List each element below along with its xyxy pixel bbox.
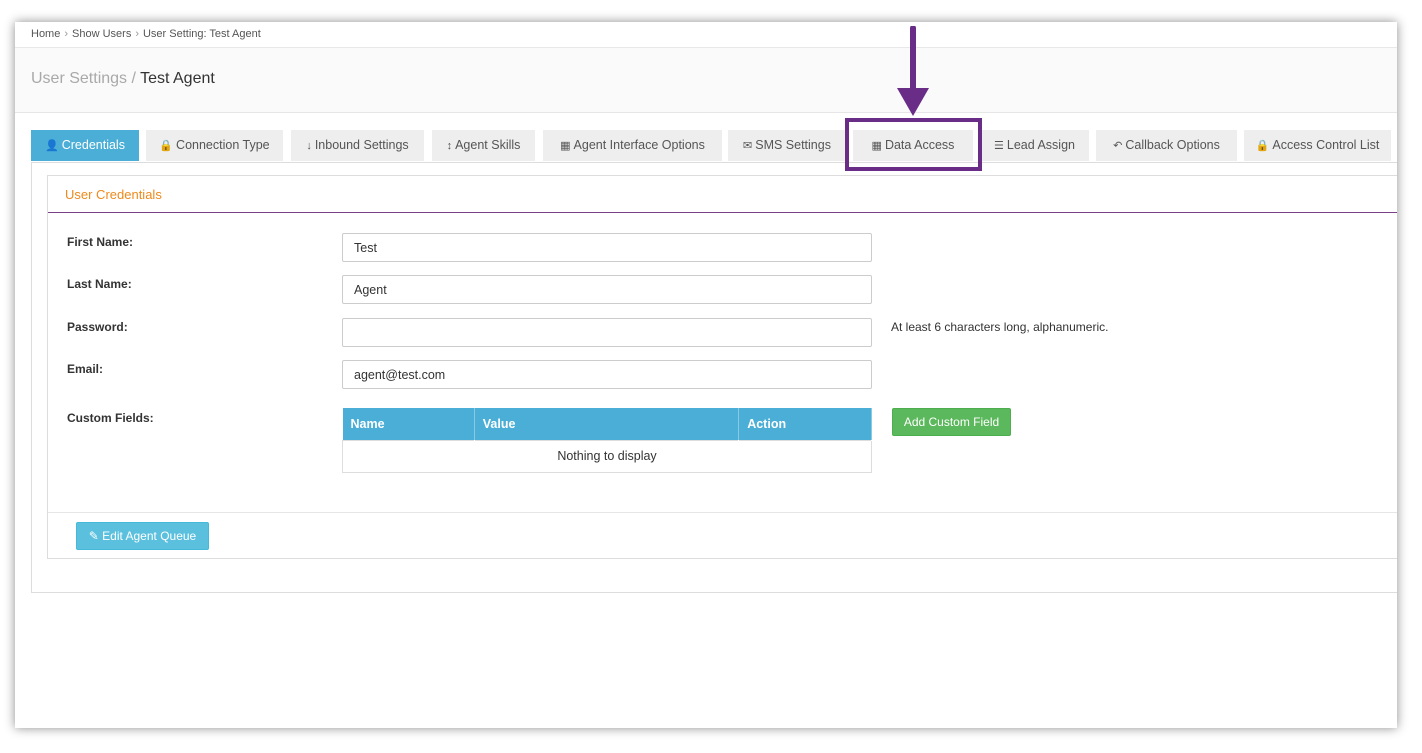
edit-agent-queue-button[interactable]: ✎ Edit Agent Queue <box>76 522 209 550</box>
password-label: Password: <box>67 320 128 334</box>
grid-icon: ▦ <box>560 140 571 152</box>
tab-label: Agent Skills <box>455 138 521 152</box>
table-header-row: Name Value Action <box>342 408 872 440</box>
breadcrumb-current: User Setting: Test Agent <box>142 28 261 40</box>
column-header-name[interactable]: Name <box>342 408 475 440</box>
tab-label: Callback Options <box>1125 138 1220 152</box>
tab-lead-assign[interactable]: ☰ Lead Assign <box>980 130 1089 161</box>
page-frame: Home › Show Users › User Setting: Test Agent… <box>15 22 1397 728</box>
data-access-highlight-box <box>845 118 982 171</box>
tab-inbound-settings[interactable]: ↓ Inbound Settings <box>291 130 424 161</box>
page-title-separator: / <box>127 70 141 87</box>
tab-label: SMS Settings <box>755 138 831 152</box>
pointer-arrow-icon <box>897 26 929 116</box>
page-title-name: Test Agent <box>140 70 215 87</box>
breadcrumb-separator: › <box>135 28 139 40</box>
tab-agent-skills[interactable]: ↕ Agent Skills <box>432 130 535 161</box>
password-input[interactable] <box>342 318 872 347</box>
arrows-vertical-icon: ↕ <box>446 140 453 152</box>
divider <box>48 512 1397 513</box>
user-icon: 👤 <box>45 140 59 152</box>
tab-label: Agent Interface Options <box>573 138 705 152</box>
custom-fields-table: Name Value Action Nothing to display <box>342 408 872 473</box>
custom-fields-label: Custom Fields: <box>67 411 154 425</box>
password-hint: At least 6 characters long, alphanumeric… <box>891 320 1109 334</box>
column-header-value[interactable]: Value <box>474 408 740 440</box>
breadcrumb: Home › Show Users › User Setting: Test Agent <box>15 22 1397 48</box>
credentials-panel: User Credentials First Name: Last Name: … <box>47 175 1397 559</box>
email-input[interactable] <box>342 360 872 389</box>
page-title-section: User Settings <box>31 70 128 87</box>
tab-callback-options[interactable]: ↶ Callback Options <box>1096 130 1237 161</box>
tab-access-control-list[interactable]: 🔒 Access Control List <box>1244 130 1391 161</box>
edit-agent-queue-label: Edit Agent Queue <box>102 529 197 543</box>
breadcrumb-home[interactable]: Home <box>31 28 60 40</box>
last-name-label: Last Name: <box>67 277 132 291</box>
arrow-down-icon: ↓ <box>306 140 312 152</box>
reply-icon: ↶ <box>1113 140 1123 152</box>
breadcrumb-separator: › <box>64 28 69 40</box>
tab-credentials[interactable]: 👤 Credentials <box>31 130 139 161</box>
lock-icon: 🔒 <box>159 140 174 152</box>
add-custom-field-button[interactable]: Add Custom Field <box>892 408 1011 436</box>
tab-label: Access Control List <box>1272 138 1380 152</box>
table-row: Nothing to display <box>342 439 872 473</box>
tab-content: User Credentials First Name: Last Name: … <box>31 162 1397 593</box>
breadcrumb-show-users[interactable]: Show Users <box>72 28 131 40</box>
email-label: Email: <box>67 362 104 376</box>
tab-sms-settings[interactable]: ✉ SMS Settings <box>728 130 846 161</box>
empty-message: Nothing to display <box>342 439 872 473</box>
first-name-input[interactable] <box>342 233 872 262</box>
edit-icon: ✎ <box>88 529 99 543</box>
lock-icon: 🔒 <box>1255 140 1270 152</box>
tab-label: Inbound Settings <box>314 138 409 152</box>
panel-heading: User Credentials <box>48 176 1397 213</box>
tab-agent-interface-options[interactable]: ▦ Agent Interface Options <box>543 130 722 161</box>
tab-connection-type[interactable]: 🔒 Connection Type <box>146 130 283 161</box>
tab-label: Credentials <box>61 138 125 152</box>
column-header-action[interactable]: Action <box>738 408 872 440</box>
first-name-label: First Name: <box>67 235 134 249</box>
last-name-input[interactable] <box>342 275 872 304</box>
page-title: User Settings / Test Agent <box>15 48 1397 113</box>
tab-label: Connection Type <box>176 138 270 152</box>
tab-label: Lead Assign <box>1006 138 1075 152</box>
envelope-icon: ✉ <box>743 140 753 152</box>
list-icon: ☰ <box>994 140 1004 152</box>
